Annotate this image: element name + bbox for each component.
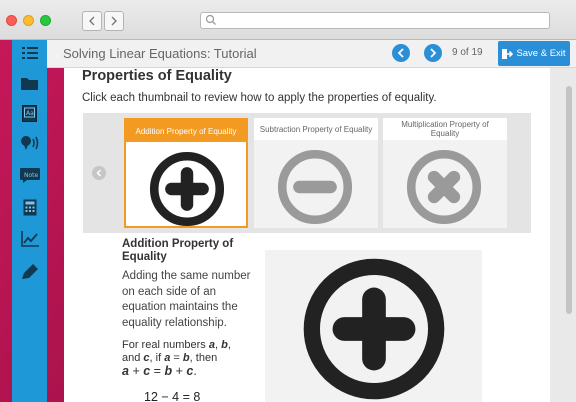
- content-scrollbar[interactable]: [566, 86, 572, 314]
- rule-intro: For real numbers: [122, 339, 206, 351]
- next-page-button[interactable]: [424, 44, 442, 62]
- thumbnail-addition[interactable]: Addition Property of Equality: [124, 118, 248, 228]
- tutorial-title: Solving Linear Equations: Tutorial: [63, 46, 257, 61]
- browser-toolbar: [0, 0, 576, 40]
- instructions-text: Click each thumbnail to review how to ap…: [82, 92, 437, 104]
- highlighter-icon: [21, 263, 38, 279]
- var-b: b: [221, 339, 228, 351]
- rail-dictionary-button[interactable]: Aa: [12, 100, 47, 126]
- plus-circle-icon: [303, 258, 445, 400]
- rail-highlighter-button[interactable]: [12, 258, 47, 284]
- minus-circle-icon: [277, 149, 353, 225]
- chevron-left-icon: [96, 169, 102, 177]
- rail-list-button[interactable]: [12, 40, 47, 66]
- word-then: then: [195, 352, 218, 364]
- page-total: 19: [471, 47, 483, 58]
- close-window-button[interactable]: [6, 15, 17, 26]
- list-icon: [21, 47, 38, 59]
- graph-icon: [20, 231, 39, 247]
- thumbnail-label: Multiplication Property of Equality: [383, 118, 507, 140]
- chevron-left-icon: [397, 48, 404, 58]
- thumbnail-prev-button[interactable]: [92, 166, 106, 180]
- comma: ,: [214, 339, 219, 351]
- var-a: a: [122, 364, 129, 378]
- rail-folder-button[interactable]: [12, 70, 47, 96]
- period: .: [193, 364, 197, 378]
- chevron-right-icon: [430, 48, 437, 58]
- word-and: and: [122, 352, 141, 364]
- tool-rail: Aa Note: [12, 40, 47, 402]
- page-title: Properties of Equality: [82, 68, 232, 84]
- comma: ,: [227, 339, 231, 351]
- svg-text:Aa: Aa: [26, 110, 34, 117]
- comma: ,: [149, 352, 153, 364]
- lesson-content: Properties of Equality Click each thumbn…: [64, 68, 550, 402]
- plus-sign: +: [132, 364, 140, 378]
- chevron-right-icon: [111, 16, 117, 26]
- thumbnail-strip: Addition Property of Equality Subtractio…: [83, 113, 531, 233]
- search-icon: [205, 14, 216, 25]
- notes-icon: Note: [19, 168, 40, 183]
- rail-calculator-button[interactable]: [12, 194, 47, 220]
- equals-sign: =: [173, 352, 180, 364]
- exit-icon: [502, 48, 514, 59]
- detail-heading: Addition Property of Equality: [122, 238, 234, 263]
- var-c: c: [143, 364, 151, 378]
- browser-back-button[interactable]: [82, 11, 102, 31]
- example-equation: 12 − 4 = 8: [144, 390, 201, 402]
- thumbnail-label: Addition Property of Equality: [126, 120, 246, 142]
- rail-notes-button[interactable]: Note: [12, 162, 47, 188]
- audio-icon: [20, 136, 38, 150]
- thumbnail-multiplication[interactable]: Multiplication Property of Equality: [383, 118, 507, 228]
- rail-graph-button[interactable]: [12, 226, 47, 252]
- content-gutter: [550, 68, 576, 402]
- property-illustration: [265, 250, 482, 402]
- word-if: if: [155, 352, 162, 364]
- save-and-exit-label: Save & Exit: [516, 48, 566, 59]
- zoom-window-button[interactable]: [40, 15, 51, 26]
- page-of: of: [460, 47, 469, 58]
- times-circle-icon: [406, 149, 482, 225]
- browser-forward-button[interactable]: [104, 11, 124, 31]
- plus-sign: +: [175, 364, 183, 378]
- detail-description: Adding the same number on each side of a…: [122, 270, 251, 329]
- detail-rule: For real numbers a, b, and c, if a = b, t…: [122, 339, 262, 379]
- var-b: b: [164, 364, 173, 378]
- thumbnail-label: Subtraction Property of Equality: [254, 118, 378, 140]
- equals-sign: =: [153, 364, 161, 378]
- minimize-window-button[interactable]: [23, 15, 34, 26]
- rail-audio-button[interactable]: [12, 130, 47, 156]
- page-counter: 9 of 19: [452, 47, 483, 58]
- folder-icon: [21, 78, 38, 90]
- chevron-left-icon: [89, 16, 95, 26]
- tutorial-header: Solving Linear Equations: Tutorial 9 of …: [47, 40, 576, 68]
- svg-text:Note: Note: [24, 172, 39, 179]
- plus-circle-icon: [149, 151, 225, 227]
- var-a: a: [164, 352, 171, 364]
- page-current: 9: [452, 47, 458, 58]
- thumbnail-subtraction[interactable]: Subtraction Property of Equality: [254, 118, 378, 228]
- calculator-icon: [23, 199, 36, 215]
- var-b: b: [182, 352, 190, 364]
- comma: ,: [189, 352, 193, 364]
- dictionary-icon: Aa: [22, 104, 37, 122]
- address-bar[interactable]: [200, 12, 550, 29]
- save-and-exit-button[interactable]: Save & Exit: [498, 41, 570, 66]
- previous-page-button[interactable]: [392, 44, 410, 62]
